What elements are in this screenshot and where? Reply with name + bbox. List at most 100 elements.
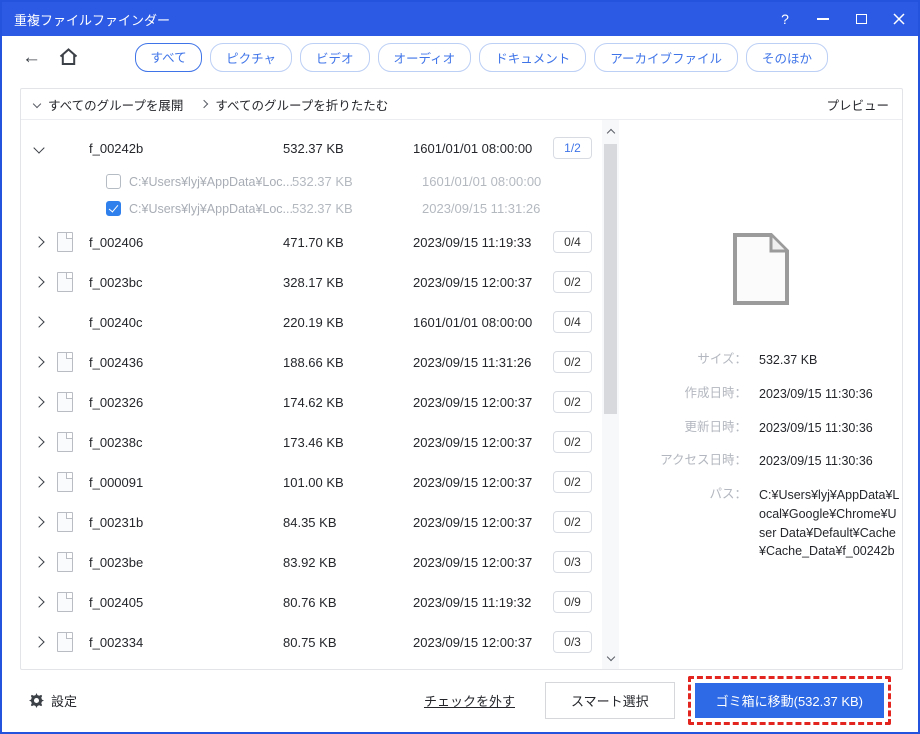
file-group-row[interactable]: f_002406 471.70 KB 2023/09/15 11:19:33 0… [21, 222, 602, 262]
chevron-right-icon [33, 516, 45, 528]
list-scrollbar[interactable] [602, 120, 619, 669]
back-button[interactable]: ← [22, 48, 41, 67]
file-name: f_002436 [89, 354, 144, 370]
chevron-right-icon [33, 556, 45, 568]
file-group-row[interactable]: f_000091 101.00 KB 2023/09/15 12:00:37 0… [21, 462, 602, 502]
footer-bar: 設定 チェックを外す スマート選択 ゴミ箱に移動(532.37 KB) [2, 668, 918, 732]
file-icon [57, 232, 73, 252]
home-button[interactable] [58, 47, 79, 67]
minimize-icon [817, 18, 829, 20]
detail-label: パス： [709, 487, 747, 501]
expand-toggle[interactable] [33, 316, 57, 328]
expand-toggle[interactable] [33, 476, 57, 488]
red-dashed-annotation: ゴミ箱に移動(532.37 KB) [687, 675, 891, 725]
settings-button[interactable]: 設定 [29, 691, 77, 710]
file-date: 2023/09/15 12:00:37 [413, 554, 533, 570]
tab-documents[interactable]: ドキュメント [479, 42, 587, 72]
preview-panel: サイズ： 532.37 KB 作成日時： 2023/09/15 11:30:36… [619, 120, 902, 669]
file-group-row[interactable]: f_0023bc 328.17 KB 2023/09/15 12:00:37 0… [21, 262, 602, 302]
tab-pictures[interactable]: ピクチャ [210, 42, 293, 72]
file-size: 83.92 KB [283, 554, 337, 570]
file-date: 2023/09/15 12:00:37 [413, 274, 533, 290]
file-details: サイズ： 532.37 KB 作成日時： 2023/09/15 11:30:36… [619, 352, 902, 577]
file-size: 532.37 KB [283, 140, 344, 156]
filter-tabs: すべて ピクチャ ビデオ オーディオ ドキュメント アーカイブファイル そのほか [135, 42, 828, 72]
expand-toggle[interactable] [33, 276, 57, 288]
file-group-row[interactable]: f_002436 188.66 KB 2023/09/15 11:31:26 0… [21, 342, 602, 382]
detail-value: 2023/09/15 11:30:36 [759, 420, 873, 435]
duplicate-file-row[interactable]: C:¥Users¥lyj¥AppData¥Loc... 532.37 KB 16… [21, 168, 602, 195]
selection-count-badge: 0/2 [553, 391, 592, 413]
file-group-row[interactable]: f_002326 174.62 KB 2023/09/15 12:00:37 0… [21, 382, 602, 422]
expand-toggle[interactable] [33, 142, 57, 154]
file-name: f_00242b [89, 140, 144, 156]
file-size: 84.35 KB [283, 514, 337, 530]
file-date: 2023/09/15 12:00:37 [413, 474, 533, 490]
selection-count-badge: 0/4 [553, 231, 592, 253]
maximize-button[interactable] [842, 2, 880, 36]
file-group-row[interactable]: f_002334 80.75 KB 2023/09/15 12:00:37 0/… [21, 622, 602, 662]
chevron-right-icon [33, 396, 45, 408]
scroll-down-button[interactable] [602, 649, 619, 667]
file-icon [57, 272, 73, 292]
expand-toggle[interactable] [33, 556, 57, 568]
file-group-row[interactable]: f_00231b 84.35 KB 2023/09/15 12:00:37 0/… [21, 502, 602, 542]
tab-videos[interactable]: ビデオ [300, 42, 370, 72]
file-date: 1601/01/01 08:00:00 [422, 174, 542, 189]
content-body: f_00242b 532.37 KB 1601/01/01 08:00:00 1… [21, 120, 902, 669]
group-controls-bar: すべてのグループを展開 すべてのグループを折りたたむ プレビュー [21, 89, 902, 120]
expand-toggle[interactable] [33, 636, 57, 648]
move-to-trash-button[interactable]: ゴミ箱に移動(532.37 KB) [694, 682, 884, 718]
close-button[interactable] [880, 2, 918, 36]
file-name: f_002405 [89, 594, 144, 610]
file-size: 328.17 KB [283, 274, 344, 290]
chevron-right-icon [33, 236, 45, 248]
file-name: f_000091 [89, 474, 144, 490]
chevron-right-icon [33, 356, 45, 368]
file-group-row[interactable]: f_00242b 532.37 KB 1601/01/01 08:00:00 1… [21, 128, 602, 168]
file-size: 220.19 KB [283, 314, 344, 330]
collapse-all-groups-button[interactable]: すべてのグループを折りたたむ [200, 95, 389, 114]
expand-toggle[interactable] [33, 436, 57, 448]
chevron-down-icon [33, 142, 45, 154]
help-button[interactable]: ? [766, 2, 804, 36]
expand-toggle[interactable] [33, 596, 57, 608]
file-group-row[interactable]: f_0023be 83.92 KB 2023/09/15 12:00:37 0/… [21, 542, 602, 582]
checkbox-checked[interactable] [106, 201, 121, 216]
file-name: f_0023be [89, 554, 144, 570]
minimize-button[interactable] [804, 2, 842, 36]
scrollbar-thumb[interactable] [604, 144, 617, 414]
expand-all-groups-button[interactable]: すべてのグループを展開 [32, 95, 183, 114]
file-group-row[interactable]: f_00238c 173.46 KB 2023/09/15 12:00:37 0… [21, 422, 602, 462]
tab-all[interactable]: すべて [135, 42, 203, 72]
tab-audio[interactable]: オーディオ [377, 42, 472, 72]
uncheck-all-link[interactable]: チェックを外す [424, 691, 515, 710]
file-size: 174.62 KB [283, 394, 344, 410]
file-group-row[interactable]: f_00240c 220.19 KB 1601/01/01 08:00:00 0… [21, 302, 602, 342]
file-size: 471.70 KB [283, 234, 344, 250]
selection-count-badge: 0/3 [553, 631, 592, 653]
app-window: 重複ファイルファインダー ? ← すべて ピクチャ ビデオ オーディオ ドキュメ… [0, 0, 920, 734]
preview-toggle[interactable]: プレビュー [826, 95, 889, 114]
selection-count-badge: 0/2 [553, 431, 592, 453]
tab-others[interactable]: そのほか [745, 42, 828, 72]
checkbox-unchecked[interactable] [106, 174, 121, 189]
scroll-up-button[interactable] [602, 122, 619, 140]
file-date: 2023/09/15 11:31:26 [422, 201, 541, 216]
detail-accessed: アクセス日時： 2023/09/15 11:30:36 [629, 453, 902, 471]
expand-toggle[interactable] [33, 236, 57, 248]
file-name: f_00238c [89, 434, 143, 450]
file-group-row[interactable]: f_002405 80.76 KB 2023/09/15 11:19:32 0/… [21, 582, 602, 622]
duplicate-file-row[interactable]: C:¥Users¥lyj¥AppData¥Loc... 532.37 KB 20… [21, 195, 602, 222]
collapse-all-label: すべてのグループを折りたたむ [215, 98, 389, 113]
expand-toggle[interactable] [33, 516, 57, 528]
file-date: 1601/01/01 08:00:00 [413, 140, 533, 156]
content-panel: すべてのグループを展開 すべてのグループを折りたたむ プレビュー f_00242… [20, 88, 903, 670]
file-icon [57, 552, 73, 572]
expand-toggle[interactable] [33, 396, 57, 408]
smart-select-button[interactable]: スマート選択 [545, 681, 675, 719]
file-preview-icon [732, 233, 789, 305]
tab-archives[interactable]: アーカイブファイル [594, 42, 738, 72]
expand-toggle[interactable] [33, 356, 57, 368]
file-path: C:¥Users¥lyj¥AppData¥Loc... [129, 174, 292, 189]
